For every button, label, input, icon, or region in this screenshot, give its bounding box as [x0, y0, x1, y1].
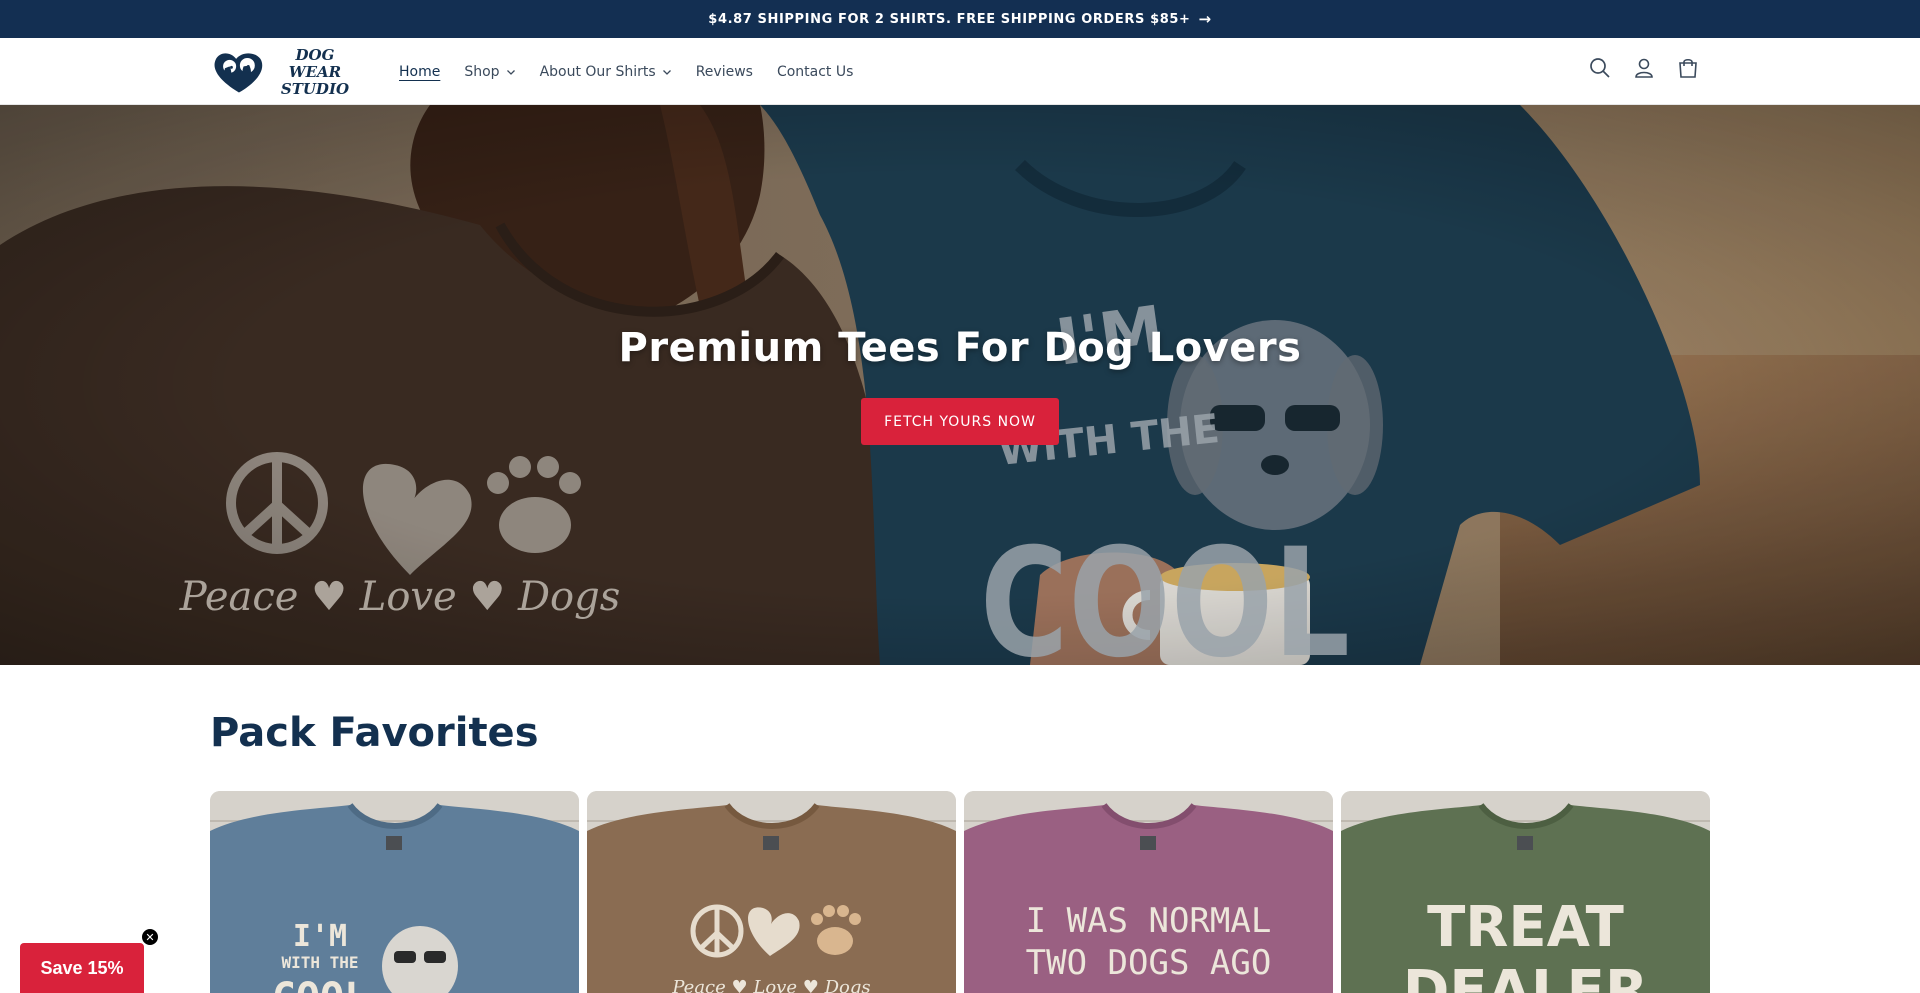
search-icon[interactable] — [1588, 56, 1612, 80]
logo-text: DOG WEAR STUDIO — [270, 45, 360, 98]
dog-heart-logo-icon — [214, 53, 263, 93]
hero-photo: Peace ♥ Love ♥ Dogs I'M WITH THE COOL — [0, 105, 1920, 665]
product-text-line2: DEALER — [1402, 959, 1649, 993]
product-grid: I'M WITH THE COOL Peace ♥ Love ♥ Dogs I … — [210, 791, 1710, 993]
site-logo[interactable]: DOG WEAR STUDIO — [210, 46, 360, 98]
nav-home[interactable]: Home — [399, 64, 440, 80]
nav-reviews-label: Reviews — [695, 63, 753, 80]
chevron-down-icon — [662, 69, 671, 75]
product-text-line1: I WAS NORMAL — [1025, 901, 1272, 941]
product-text-line1: TREAT — [1427, 895, 1624, 960]
cart-icon[interactable] — [1676, 56, 1700, 80]
product-text-line1: I'M — [292, 919, 348, 954]
nav-shop-label: Shop — [464, 63, 500, 80]
arrow-right-icon: → — [1198, 10, 1212, 28]
product-card[interactable]: TREAT DEALER — [1341, 791, 1710, 993]
nav-about-label: About Our Shirts — [539, 63, 656, 80]
logo-text-line1: DOG WEAR — [288, 45, 342, 81]
account-icon[interactable] — [1632, 56, 1656, 80]
product-card[interactable]: I'M WITH THE COOL — [210, 791, 579, 993]
product-text-line2: Peace ♥ Love ♥ Dogs — [672, 977, 871, 993]
fetch-yours-now-button[interactable]: FETCH YOURS NOW — [861, 398, 1059, 445]
hero-right-shirt-line3: COOL — [980, 517, 1350, 665]
save-15-button[interactable]: Save 15% — [20, 943, 144, 993]
header-icons — [1588, 56, 1700, 80]
nav-contact-label: Contact Us — [776, 63, 854, 80]
product-text-line2: TWO DOGS AGO — [1025, 943, 1272, 983]
product-card[interactable]: I WAS NORMAL TWO DOGS AGO — [964, 791, 1333, 993]
product-text-line3: COOL — [210, 975, 430, 993]
announcement-bar[interactable]: $4.87 SHIPPING FOR 2 SHIRTS. FREE SHIPPI… — [0, 0, 1920, 38]
product-text-line2: WITH THE — [281, 953, 359, 972]
close-icon[interactable]: ✕ — [140, 927, 160, 947]
logo-text-line2: STUDIO — [280, 79, 350, 98]
announcement-text: $4.87 SHIPPING FOR 2 SHIRTS. FREE SHIPPI… — [708, 11, 1191, 27]
hero-title: Premium Tees For Dog Lovers — [618, 325, 1302, 371]
nav-reviews[interactable]: Reviews — [696, 64, 753, 80]
product-card[interactable]: Peace ♥ Love ♥ Dogs — [587, 791, 956, 993]
section-title-pack-favorites: Pack Favorites — [210, 710, 539, 756]
hero-banner: Peace ♥ Love ♥ Dogs I'M WITH THE COOL Pr… — [0, 105, 1920, 665]
product-image — [587, 791, 956, 993]
site-header: DOG WEAR STUDIO Home Shop About Our Shir… — [0, 38, 1920, 105]
chevron-down-icon — [506, 69, 515, 75]
nav-shop[interactable]: Shop — [464, 64, 515, 80]
hero-left-shirt-caption: Peace ♥ Love ♥ Dogs — [179, 574, 621, 620]
main-nav: Home Shop About Our Shirts Reviews Conta… — [399, 38, 853, 105]
nav-home-label: Home — [399, 63, 441, 80]
nav-about-our-shirts[interactable]: About Our Shirts — [540, 64, 672, 80]
nav-contact-us[interactable]: Contact Us — [777, 64, 853, 80]
